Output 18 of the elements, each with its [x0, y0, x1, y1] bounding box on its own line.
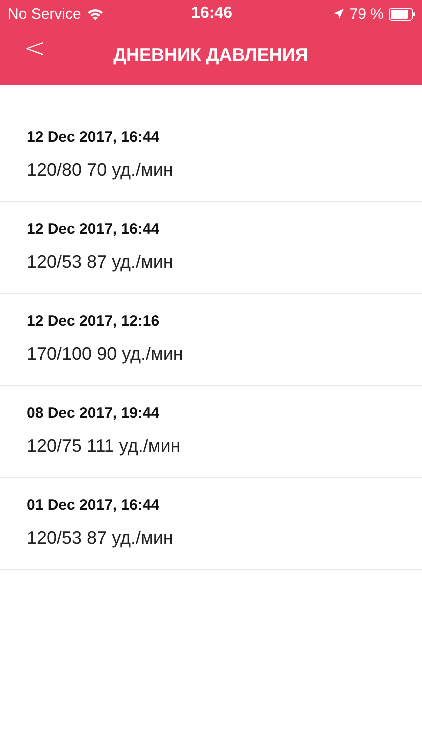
carrier-text: No Service: [8, 6, 82, 22]
entry-date: 12 Dec 2017, 16:44: [27, 221, 160, 238]
back-button[interactable]: <: [24, 34, 46, 64]
pressure-reading: 120/75 111 уд./мин: [27, 436, 181, 457]
pressure-reading: 120/53 87 уд./мин: [27, 528, 174, 549]
pressure-reading: 120/53 87 уд./мин: [27, 252, 174, 273]
pressure-reading: 170/100 90 уд./мин: [27, 344, 184, 365]
entry-date: 01 Dec 2017, 16:44: [27, 497, 160, 514]
pressure-reading: 120/80 70 уд./мин: [27, 160, 174, 181]
battery-icon: [389, 8, 416, 20]
screen-title: ДНЕВНИК ДАВЛЕНИЯ: [114, 45, 308, 66]
entry-date: 12 Dec 2017, 16:44: [27, 129, 160, 146]
location-arrow-icon: [332, 8, 345, 20]
wifi-icon: [87, 8, 104, 20]
entry-date: 08 Dec 2017, 19:44: [27, 405, 160, 422]
entry-date: 12 Dec 2017, 12:16: [27, 313, 160, 330]
battery-percent: 79 %: [350, 6, 384, 22]
clock-text: 16:46: [192, 5, 232, 23]
